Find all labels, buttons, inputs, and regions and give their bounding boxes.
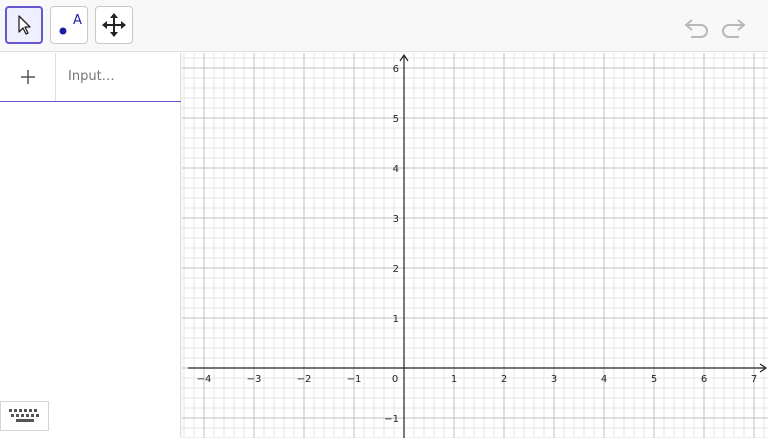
y-tick-label: 2 xyxy=(393,264,399,275)
x-tick-label: 2 xyxy=(501,374,507,385)
y-tick-label: 1 xyxy=(393,314,399,325)
x-tick-label: 5 xyxy=(651,374,657,385)
x-tick-label: 1 xyxy=(451,374,457,385)
y-tick-label: 5 xyxy=(393,114,399,125)
toolbar: A xyxy=(0,0,768,52)
y-tick-label: 3 xyxy=(393,214,399,225)
x-tick-label: 4 xyxy=(601,374,607,385)
x-tick-label: −3 xyxy=(247,374,262,385)
y-tick-label: −1 xyxy=(384,414,399,425)
graphics-view[interactable]: −4 −3 −2 −1 0 1 2 3 4 5 6 7 −1 1 2 3 4 5 6 xyxy=(182,53,768,438)
x-tick-label: 3 xyxy=(551,374,557,385)
x-tick-label: 0 xyxy=(392,374,398,385)
cursor-arrow-icon xyxy=(18,15,31,35)
y-tick-label: 6 xyxy=(393,64,399,75)
x-tick-label: −2 xyxy=(297,374,312,385)
y-tick-label: 4 xyxy=(393,164,399,175)
plus-icon xyxy=(20,70,35,84)
redo-icon xyxy=(722,19,746,38)
add-item-button[interactable] xyxy=(0,53,56,101)
x-tick-label: −1 xyxy=(347,374,362,385)
algebra-input[interactable] xyxy=(68,69,173,84)
graphics-canvas[interactable]: −4 −3 −2 −1 0 1 2 3 4 5 6 7 −1 1 2 3 4 5 6 xyxy=(182,53,768,438)
keyboard-icon xyxy=(8,409,39,422)
algebra-input-row xyxy=(0,53,181,102)
point-a-icon: A xyxy=(59,13,82,35)
point-tool-button[interactable]: A xyxy=(50,6,88,44)
x-tick-label: 7 xyxy=(751,374,757,385)
algebra-view xyxy=(0,53,181,438)
undo-icon xyxy=(684,19,708,38)
undo-button[interactable] xyxy=(682,12,712,42)
move-graphics-tool-button[interactable] xyxy=(95,6,133,44)
x-tick-label: −4 xyxy=(197,374,212,385)
move-tool-button[interactable] xyxy=(5,6,43,44)
move-arrows-icon xyxy=(102,13,126,37)
redo-button[interactable] xyxy=(718,12,748,42)
x-tick-label: 6 xyxy=(701,374,707,385)
point-a-label: A xyxy=(73,13,82,28)
keyboard-button[interactable] xyxy=(0,401,49,431)
